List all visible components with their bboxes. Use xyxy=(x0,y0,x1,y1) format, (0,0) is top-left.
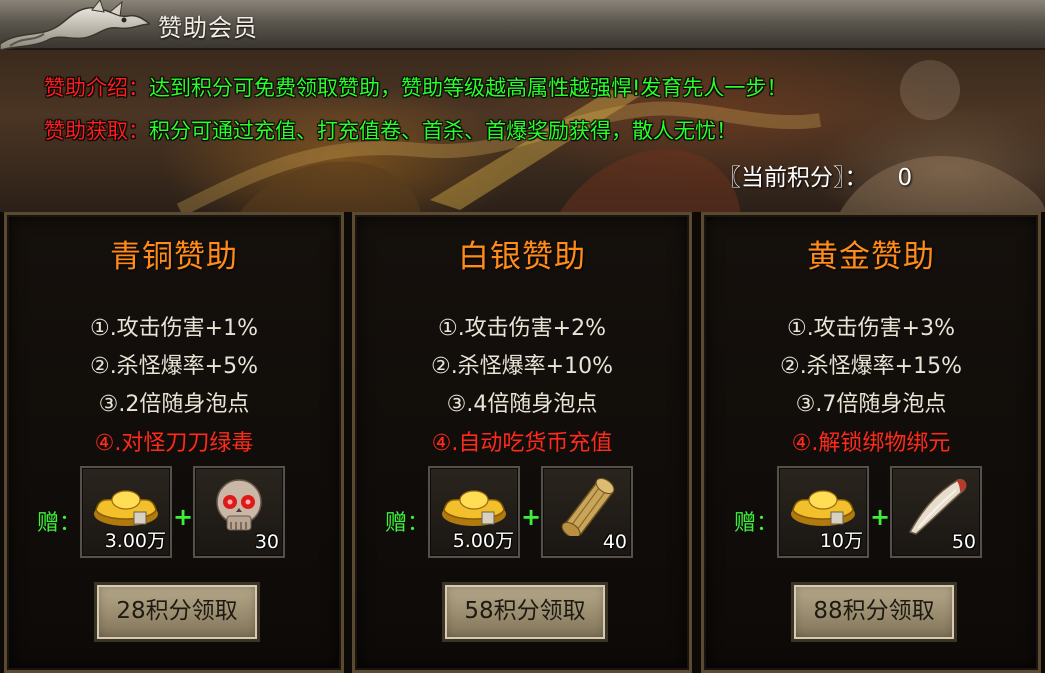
reward-slot-gold[interactable]: 3.00万 xyxy=(80,466,172,558)
perk-special: ④.对怪刀刀绿毒 xyxy=(94,431,254,456)
reward-count: 50 xyxy=(951,531,976,553)
tier-card-gold: 黄金赞助 ①.攻击伤害+3% ②.杀怪爆率+15% ③.7倍随身泡点 ④.解锁绑… xyxy=(701,212,1041,673)
claim-button-silver[interactable]: 58积分领取 xyxy=(442,582,608,642)
intro-description-label: 赞助介绍： xyxy=(44,76,149,100)
tier-title: 青铜赞助 xyxy=(110,239,238,275)
tier-card-silver: 白银赞助 ①.攻击伤害+2% ②.杀怪爆率+10% ③.4倍随身泡点 ④.自动吃… xyxy=(352,212,692,673)
beast-fang-icon xyxy=(908,478,967,535)
tier-title: 白银赞助 xyxy=(458,239,586,275)
reward-slot-item[interactable]: 40 xyxy=(541,466,633,558)
perk-idle-points: ③.2倍随身泡点 xyxy=(98,392,250,417)
perk-special: ④.解锁绑物绑元 xyxy=(791,431,951,456)
reward-slot-item[interactable]: 30 xyxy=(193,466,285,558)
reward-count: 10万 xyxy=(819,530,863,552)
intro-acquire-label: 赞助获取： xyxy=(44,119,149,143)
gift-label: 赠： xyxy=(37,511,82,536)
current-score-value: 0 xyxy=(897,165,913,191)
gold-ingot-icon xyxy=(442,490,506,526)
gold-ingot-icon xyxy=(791,490,855,526)
window-title: 赞助会员 xyxy=(158,14,258,42)
perk-attack: ①.攻击伤害+1% xyxy=(89,316,259,341)
intro-line-description: 赞助介绍：达到积分可免费领取赞助，赞助等级越高属性越强悍!发育先人一步！ xyxy=(44,72,787,102)
reward-count: 3.00万 xyxy=(104,530,166,552)
tier-title: 黄金赞助 xyxy=(807,239,935,275)
perk-drop-rate: ②.杀怪爆率+5% xyxy=(89,354,259,379)
perk-special: ④.自动吃货币充值 xyxy=(431,431,613,456)
window-title-bar: 赞助会员 xyxy=(0,0,1045,50)
claim-button-bronze[interactable]: 28积分领取 xyxy=(94,582,260,642)
reward-slot-item[interactable]: 50 xyxy=(890,466,982,558)
scroll-icon xyxy=(561,477,615,536)
current-score: 〖当前积分〗： 0 xyxy=(718,158,912,192)
reward-count: 30 xyxy=(254,531,279,553)
intro-acquire-text: 积分可通过充值、打充值卷、首杀、首爆奖励获得，散人无忧！ xyxy=(149,119,737,143)
banner: 赞助介绍：达到积分可免费领取赞助，赞助等级越高属性越强悍!发育先人一步！ 赞助获… xyxy=(0,50,1045,212)
plus-sign: + xyxy=(521,503,542,531)
perk-attack: ①.攻击伤害+3% xyxy=(786,316,956,341)
gold-ingot-icon xyxy=(94,490,158,526)
reward-count: 5.00万 xyxy=(452,530,514,552)
red-eyed-skull-icon xyxy=(216,479,262,531)
perk-drop-rate: ②.杀怪爆率+15% xyxy=(779,354,963,379)
intro-line-acquire: 赞助获取：积分可通过充值、打充值卷、首杀、首爆奖励获得，散人无忧！ xyxy=(44,115,737,145)
gift-label: 赠： xyxy=(734,511,779,536)
dragon-emblem-icon xyxy=(0,0,150,50)
current-score-label: 〖当前积分〗： xyxy=(718,165,868,191)
tier-card-bronze: 青铜赞助 ①.攻击伤害+1% ②.杀怪爆率+5% ③.2倍随身泡点 ④.对怪刀刀… xyxy=(4,212,344,673)
intro-description-text: 达到积分可免费领取赞助，赞助等级越高属性越强悍!发育先人一步！ xyxy=(149,76,788,100)
perk-idle-points: ③.7倍随身泡点 xyxy=(795,392,947,417)
claim-button-gold[interactable]: 88积分领取 xyxy=(791,582,957,642)
gift-label: 赠： xyxy=(385,511,430,536)
plus-sign: + xyxy=(173,503,194,531)
reward-slot-gold[interactable]: 5.00万 xyxy=(428,466,520,558)
perk-attack: ①.攻击伤害+2% xyxy=(437,316,607,341)
perk-idle-points: ③.4倍随身泡点 xyxy=(446,392,598,417)
perk-drop-rate: ②.杀怪爆率+10% xyxy=(430,354,614,379)
reward-count: 40 xyxy=(602,531,627,553)
plus-sign: + xyxy=(870,503,891,531)
reward-slot-gold[interactable]: 10万 xyxy=(777,466,869,558)
